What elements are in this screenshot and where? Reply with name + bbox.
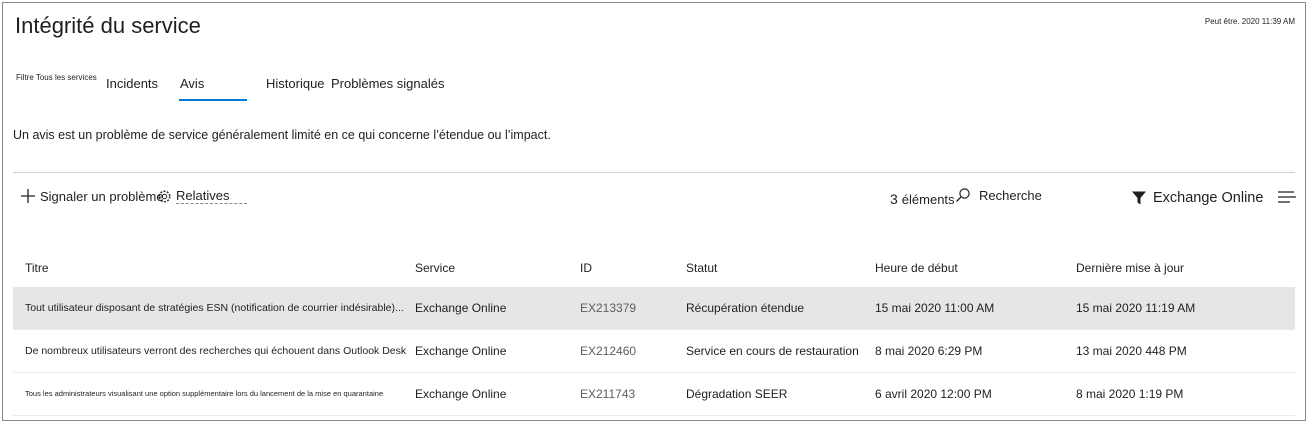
- column-header-last-updated[interactable]: Dernière mise à jour: [1076, 261, 1184, 275]
- relatives-label: Relatives: [176, 188, 248, 204]
- column-header-status[interactable]: Statut: [686, 261, 717, 275]
- column-header-service[interactable]: Service: [415, 261, 455, 275]
- table-row[interactable]: De nombreux utilisateurs verront des rec…: [13, 330, 1295, 373]
- row-start-time: 8 mai 2020 6:29 PM: [875, 344, 983, 358]
- service-filter-label[interactable]: Filtre Tous les services: [16, 73, 97, 82]
- report-issue-label: Signaler un problème: [40, 188, 164, 204]
- page-title: Intégrité du service: [15, 13, 201, 38]
- table-row[interactable]: Tous les administrateurs visualisant une…: [13, 373, 1295, 416]
- tab-advisories[interactable]: Avis: [180, 76, 204, 91]
- tab-reported-issues[interactable]: Problèmes signalés: [331, 76, 444, 91]
- relatives-button[interactable]: Relatives: [157, 188, 248, 204]
- row-last-updated: 8 mai 2020 1:19 PM: [1076, 387, 1184, 401]
- row-title[interactable]: Tous les administrateurs visualisant une…: [25, 373, 413, 415]
- active-tab-indicator: [179, 99, 247, 101]
- row-status: Service en cours de restauration: [686, 344, 859, 358]
- column-header-title[interactable]: Titre: [25, 261, 49, 275]
- service-filter-label-value: Exchange Online: [1153, 190, 1264, 206]
- row-status: Récupération étendue: [686, 301, 805, 315]
- item-count-number: 3: [890, 191, 898, 207]
- row-start-time: 15 mai 2020 11:00 AM: [875, 301, 995, 315]
- row-id: EX211743: [580, 387, 636, 401]
- row-service: Exchange Online: [415, 387, 507, 401]
- plus-icon: [21, 189, 35, 203]
- search-box[interactable]: Recherche: [955, 187, 1042, 203]
- item-count: 3 éléments: [890, 191, 955, 207]
- row-last-updated: 13 mai 2020 448 PM: [1076, 344, 1187, 358]
- search-placeholder: Recherche: [979, 187, 1042, 203]
- toolbar-divider: [13, 172, 1295, 173]
- row-status: Dégradation SEER: [686, 387, 788, 401]
- item-count-label: éléments: [901, 192, 955, 207]
- menu-icon: [1278, 191, 1296, 203]
- row-service: Exchange Online: [415, 344, 507, 358]
- service-filter-button[interactable]: Exchange Online: [1131, 190, 1263, 206]
- row-id: EX213379: [580, 301, 637, 315]
- tab-description: Un avis est un problème de service génér…: [13, 128, 551, 142]
- filter-icon: [1132, 191, 1146, 205]
- tab-incidents[interactable]: Incidents: [106, 76, 158, 91]
- row-service: Exchange Online: [415, 301, 507, 315]
- row-last-updated: 15 mai 2020 11:19 AM: [1076, 301, 1196, 315]
- tab-history[interactable]: Historique: [266, 76, 325, 91]
- row-title[interactable]: Tout utilisateur disposant de stratégies…: [25, 287, 413, 329]
- row-id: EX212460: [580, 344, 637, 358]
- table-row[interactable]: Tout utilisateur disposant de stratégies…: [13, 287, 1295, 330]
- last-refreshed-timestamp: Peut être. 2020 11:39 AM: [1204, 17, 1295, 26]
- row-start-time: 6 avril 2020 12:00 PM: [875, 387, 992, 401]
- column-options-button[interactable]: [1277, 190, 1297, 209]
- search-icon: [956, 188, 970, 202]
- service-health-panel: Intégrité du service Peut être. 2020 11:…: [2, 2, 1306, 421]
- row-title[interactable]: De nombreux utilisateurs verront des rec…: [25, 330, 413, 372]
- column-header-id[interactable]: ID: [580, 261, 592, 275]
- report-issue-button[interactable]: Signaler un problème: [20, 188, 164, 204]
- column-header-start-time[interactable]: Heure de début: [875, 261, 958, 275]
- gear-icon: [158, 190, 171, 202]
